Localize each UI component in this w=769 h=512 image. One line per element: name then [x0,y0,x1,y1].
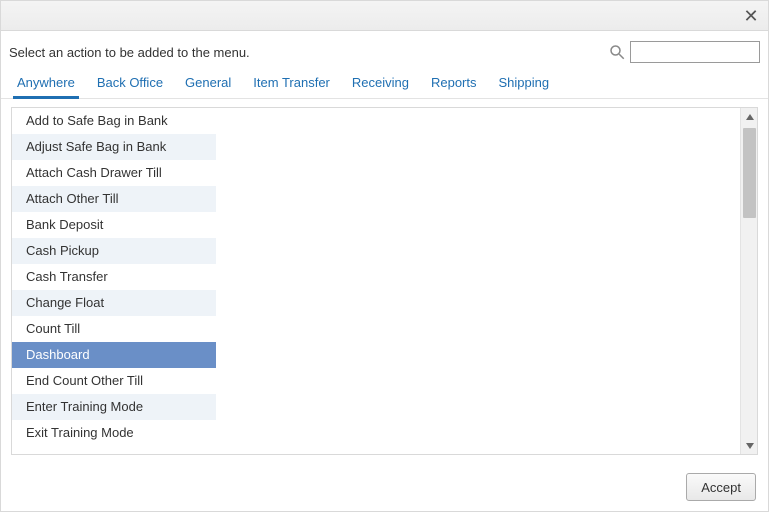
scrollbar-thumb[interactable] [743,128,756,218]
search-icon [608,43,626,61]
search-wrap [608,41,760,63]
list-item[interactable]: Attach Other Till [12,186,216,212]
list-item[interactable]: Cash Transfer [12,264,216,290]
dialog: ✕ Select an action to be added to the me… [0,0,769,512]
list-item[interactable]: Count Till [12,316,216,342]
scrollbar[interactable] [740,108,757,454]
titlebar: ✕ [1,1,768,31]
tab-general[interactable]: General [183,69,233,98]
footer: Accept [1,463,768,511]
tabs: Anywhere Back Office General Item Transfer R… [1,69,768,99]
header-row: Select an action to be added to the menu… [1,31,768,69]
action-list: Add to Safe Bag in BankAdjust Safe Bag i… [12,108,216,454]
scroll-up-arrow-icon[interactable] [741,108,758,125]
scroll-down-arrow-icon[interactable] [741,437,758,454]
list-item[interactable]: Cash Pickup [12,238,216,264]
action-list-panel: Add to Safe Bag in BankAdjust Safe Bag i… [11,107,758,455]
tab-item-transfer[interactable]: Item Transfer [251,69,332,98]
search-input[interactable] [630,41,760,63]
list-item[interactable]: Change Float [12,290,216,316]
list-item[interactable]: Attach Cash Drawer Till [12,160,216,186]
tab-reports[interactable]: Reports [429,69,479,98]
tab-shipping[interactable]: Shipping [497,69,552,98]
close-button[interactable]: ✕ [740,5,762,27]
list-item[interactable]: End Count Other Till [12,368,216,394]
tab-receiving[interactable]: Receiving [350,69,411,98]
list-item[interactable]: Enter Training Mode [12,394,216,420]
prompt-text: Select an action to be added to the menu… [9,45,250,60]
tab-back-office[interactable]: Back Office [95,69,165,98]
close-icon: ✕ [743,6,758,27]
list-item[interactable]: Dashboard [12,342,216,368]
accept-button[interactable]: Accept [686,473,756,501]
list-item[interactable]: Bank Deposit [12,212,216,238]
list-item[interactable]: Exit Training Mode [12,420,216,446]
tab-anywhere[interactable]: Anywhere [15,69,77,98]
list-item[interactable]: Add to Safe Bag in Bank [12,108,216,134]
list-item[interactable]: Adjust Safe Bag in Bank [12,134,216,160]
